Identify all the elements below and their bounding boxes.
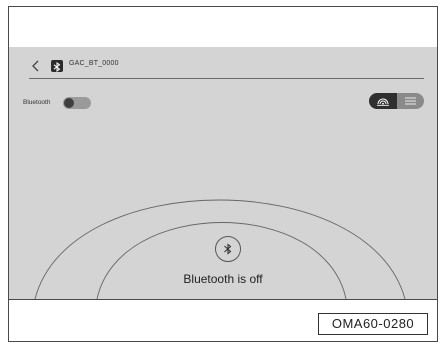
figure-code: OMA60-0280 <box>318 313 428 335</box>
bluetooth-screen: GAC_BT_0000 Bluetooth Bluetooth is off <box>9 47 437 299</box>
screen-bottom-divider <box>9 299 437 300</box>
bluetooth-status-icon <box>215 236 241 262</box>
bluetooth-status-text: Bluetooth is off <box>183 272 263 286</box>
